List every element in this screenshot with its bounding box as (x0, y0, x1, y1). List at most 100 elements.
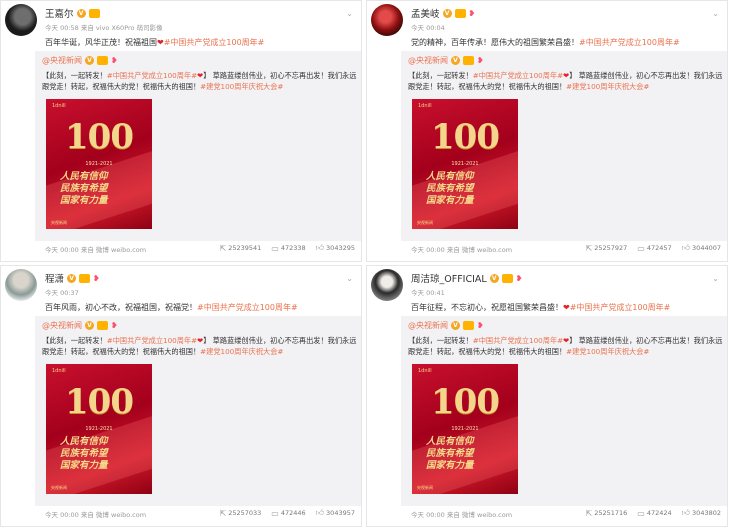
hashtag-link[interactable]: #中国共产党成立100周年# (164, 38, 265, 47)
share-icon: ⇱ (219, 243, 227, 253)
reposted-content[interactable]: @央视新闻 V ❥ 【此刻，一起转发！#中国共产党成立100周年#❤】 草路蓝缕… (401, 316, 727, 506)
thumb-up-icon: 👍︎ (681, 508, 691, 517)
post-meta: 今天 00:37 (45, 289, 79, 297)
poster-top-text: 1dnill (52, 103, 66, 109)
reposted-content[interactable]: @央视新闻 V ❥ 【此刻，一起转发！#中国共产党成立100周年#❤】 草路蓝缕… (401, 51, 727, 241)
repost-count[interactable]: ⇱ 25251716 (585, 508, 627, 518)
like-count[interactable]: 👍︎ 3043957 (316, 508, 355, 518)
like-count[interactable]: 👍︎ 3043295 (316, 243, 355, 253)
slogan-line: 国家有力量 (426, 460, 474, 471)
repost-author-name[interactable]: @央视新闻 (42, 55, 82, 66)
poster-years: 1921-2021 (451, 161, 479, 167)
hashtag-link[interactable]: #中国共产党成立100周年# (570, 303, 671, 312)
comment-count[interactable]: ▭ 472446 (271, 508, 305, 518)
repost-footer: 今天 00:00 来自 微博 weibo.com (45, 246, 147, 254)
repost-author-name[interactable]: @央视新闻 (408, 55, 448, 66)
author-name[interactable]: 王嘉尔 (45, 6, 74, 20)
repost-author[interactable]: @央视新闻 V ❥ (42, 55, 118, 66)
repost-count[interactable]: ⇱ 25257927 (585, 243, 627, 253)
repost-text-prefix: 【此刻，一起转发！ (42, 71, 107, 80)
post-meta: 今天 00:04 (411, 24, 445, 32)
hashtag-link[interactable]: #建党100周年庆祝大会# (566, 347, 649, 356)
hashtag-link[interactable]: #建党100周年庆祝大会# (200, 347, 283, 356)
reposted-content[interactable]: @央视新闻 V ❥ 【此刻，一起转发！#中国共产党成立100周年#❤】 草路蓝缕… (35, 316, 361, 506)
like-count-value: 3043802 (692, 509, 721, 517)
post-stats: ⇱ 25257927 ▭ 472457 👍︎ 3044007 (585, 243, 721, 253)
centennial-poster-image[interactable]: 1dnill 100 1921-2021 人民有信仰 民族有希望 国家有力量 央… (412, 99, 518, 229)
post-body: 百年征程，不忘初心，祝愿祖国繁荣昌盛！ (411, 303, 563, 312)
slogan-line: 国家有力量 (60, 195, 108, 206)
like-count[interactable]: 👍︎ 3043802 (682, 508, 721, 518)
hashtag-link[interactable]: #建党100周年庆祝大会# (566, 82, 649, 91)
poster-top-text: 1dnill (418, 368, 432, 374)
member-badge-icon (88, 8, 100, 18)
author-name[interactable]: 程潇 (45, 271, 64, 285)
member-badge-icon (79, 273, 91, 283)
poster-slogan: 人民有信仰 民族有希望 国家有力量 (60, 171, 108, 207)
repost-author[interactable]: @央视新闻 V ❥ (408, 55, 484, 66)
verified-icon: V (489, 273, 499, 283)
repost-author-name[interactable]: @央视新闻 (408, 320, 448, 331)
hashtag-link[interactable]: #中国共产党成立100周年# (107, 71, 197, 80)
chevron-down-icon[interactable]: ⌄ (346, 9, 353, 18)
centennial-poster-image[interactable]: 1dnill 100 1921-2021 人民有信仰 民族有希望 国家有力量 央… (46, 364, 152, 494)
repost-text-prefix: 【此刻，一起转发！ (408, 336, 473, 345)
verified-icon: V (76, 8, 86, 18)
repost-footer: 今天 00:00 来自 微博 weibo.com (411, 246, 513, 254)
poster-slogan: 人民有信仰 民族有希望 国家有力量 (60, 436, 108, 472)
comment-count[interactable]: ▭ 472424 (637, 508, 671, 518)
post-author[interactable]: 王嘉尔 V (45, 6, 100, 20)
hashtag-link[interactable]: #建党100周年庆祝大会# (200, 82, 283, 91)
post-author[interactable]: 周洁琼_OFFICIAL V ❥ (411, 271, 522, 285)
heart-badge-icon: ❥ (111, 56, 118, 65)
heart-icon: ❤ (157, 38, 164, 47)
poster-slogan: 人民有信仰 民族有希望 国家有力量 (426, 436, 474, 472)
poster-number: 100 (65, 117, 134, 157)
hashtag-link[interactable]: #中国共产党成立100周年# (473, 336, 563, 345)
chevron-down-icon[interactable]: ⌄ (712, 274, 719, 283)
chevron-down-icon[interactable]: ⌄ (712, 9, 719, 18)
avatar[interactable] (371, 269, 403, 301)
post-author[interactable]: 程潇 V ❥ (45, 271, 100, 285)
repost-author[interactable]: @央视新闻 V ❥ (408, 320, 484, 331)
hashtag-link[interactable]: #中国共产党成立100周年# (473, 71, 563, 80)
post-card: 周洁琼_OFFICIAL V ❥ 今天 00:41 ⌄ 百年征程，不忘初心，祝愿… (366, 265, 728, 527)
poster-number: 100 (431, 117, 500, 157)
repost-count[interactable]: ⇱ 25257033 (219, 508, 261, 518)
like-count[interactable]: 👍︎ 3044007 (682, 243, 721, 253)
verified-icon: V (451, 321, 460, 330)
avatar[interactable] (371, 4, 403, 36)
repost-count[interactable]: ⇱ 25239541 (219, 243, 261, 253)
post-author[interactable]: 孟美岐 V ❥ (411, 6, 475, 20)
comment-count[interactable]: ▭ 472338 (271, 243, 305, 253)
hashtag-link[interactable]: #中国共产党成立100周年# (197, 303, 298, 312)
poster-slogan: 人民有信仰 民族有希望 国家有力量 (426, 171, 474, 207)
repost-text: 【此刻，一起转发！#中国共产党成立100周年#❤】 草路蓝缕创伟业，初心不忘再出… (42, 70, 360, 92)
slogan-line: 国家有力量 (426, 195, 474, 206)
repost-footer: 今天 00:00 来自 微博 weibo.com (411, 511, 513, 519)
hashtag-link[interactable]: #中国共产党成立100周年# (107, 336, 197, 345)
poster-number: 100 (431, 382, 500, 422)
author-name[interactable]: 孟美岐 (411, 6, 440, 20)
comment-count-value: 472424 (646, 509, 672, 517)
author-name[interactable]: 周洁琼_OFFICIAL (411, 271, 487, 285)
repost-text: 【此刻，一起转发！#中国共产党成立100周年#❤】 草路蓝缕创伟业，初心不忘再出… (408, 335, 726, 357)
verified-icon: V (442, 8, 452, 18)
chevron-down-icon[interactable]: ⌄ (346, 274, 353, 283)
heart-badge-icon: ❥ (477, 321, 484, 330)
avatar[interactable] (5, 4, 37, 36)
like-count-value: 3043295 (326, 244, 355, 252)
repost-author[interactable]: @央视新闻 V ❥ (42, 320, 118, 331)
avatar[interactable] (5, 269, 37, 301)
comment-icon: ▭ (271, 243, 279, 253)
share-icon: ⇱ (219, 508, 227, 518)
comment-count-value: 472338 (280, 244, 306, 252)
centennial-poster-image[interactable]: 1dnill 100 1921-2021 人民有信仰 民族有希望 国家有力量 央… (412, 364, 518, 494)
hashtag-link[interactable]: #中国共产党成立100周年# (579, 38, 680, 47)
comment-count[interactable]: ▭ 472457 (637, 243, 671, 253)
poster-top-text: 1dnill (52, 368, 66, 374)
centennial-poster-image[interactable]: 1dnill 100 1921-2021 人民有信仰 民族有希望 国家有力量 央… (46, 99, 152, 229)
repost-author-name[interactable]: @央视新闻 (42, 320, 82, 331)
reposted-content[interactable]: @央视新闻 V ❥ 【此刻，一起转发！#中国共产党成立100周年#❤】 草路蓝缕… (35, 51, 361, 241)
share-icon: ⇱ (585, 508, 593, 518)
